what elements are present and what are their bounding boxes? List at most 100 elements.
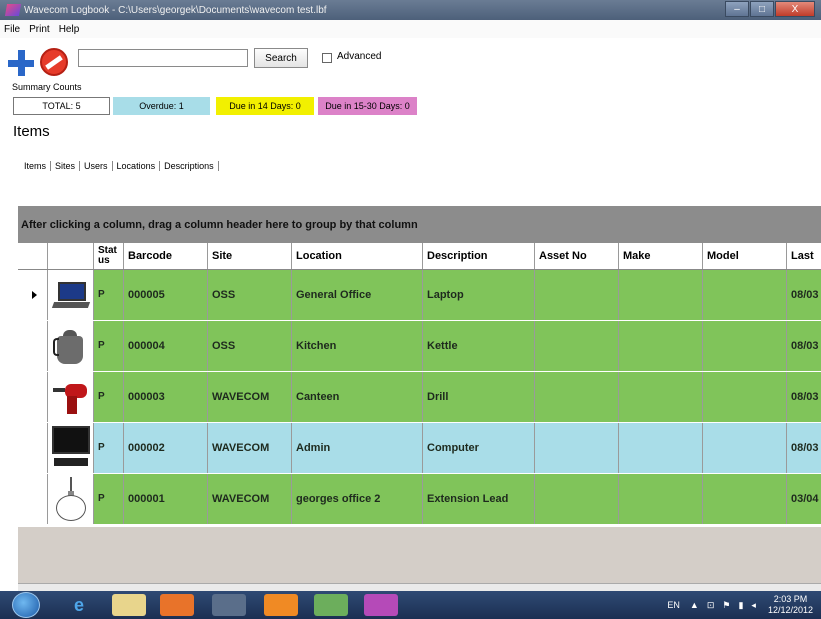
menu-file[interactable]: File	[4, 24, 20, 35]
tab-users[interactable]: Users	[80, 161, 113, 171]
cell-barcode[interactable]: 000002	[124, 423, 208, 473]
internet-explorer-icon[interactable]: e	[62, 594, 96, 616]
cell-last[interactable]: 03/04	[787, 474, 821, 524]
cell-location[interactable]: georges office 2	[292, 474, 423, 524]
menu-help[interactable]: Help	[59, 24, 80, 35]
image-column-header[interactable]	[48, 243, 94, 269]
column-description[interactable]: Description	[423, 243, 535, 269]
table-row[interactable]: P 000002 WAVECOM Admin Computer 08/03	[18, 423, 821, 474]
language-indicator[interactable]: EN	[667, 600, 680, 610]
row-indicator[interactable]	[18, 474, 48, 524]
cell-description[interactable]: Extension Lead	[423, 474, 535, 524]
tray-show-hidden-icon[interactable]: ▲	[690, 600, 699, 610]
cell-model[interactable]	[703, 270, 787, 320]
cell-make[interactable]	[619, 423, 703, 473]
cell-status[interactable]: P	[94, 474, 124, 524]
tab-sites[interactable]: Sites	[51, 161, 81, 171]
advanced-checkbox[interactable]	[322, 53, 332, 63]
table-row[interactable]: P 000005 OSS General Office Laptop 08/03	[18, 270, 821, 321]
cell-barcode[interactable]: 000001	[124, 474, 208, 524]
cell-status[interactable]: P	[94, 423, 124, 473]
cell-status[interactable]: P	[94, 321, 124, 371]
cell-description[interactable]: Computer	[423, 423, 535, 473]
cell-site[interactable]: OSS	[208, 270, 292, 320]
column-location[interactable]: Location	[292, 243, 423, 269]
cell-location[interactable]: Kitchen	[292, 321, 423, 371]
tray-flag-icon[interactable]: ⚑	[722, 600, 730, 611]
column-make[interactable]: Make	[619, 243, 703, 269]
cell-asset-no[interactable]	[535, 474, 619, 524]
tab-descriptions[interactable]: Descriptions	[160, 161, 219, 171]
cell-status[interactable]: P	[94, 270, 124, 320]
cell-description[interactable]: Drill	[423, 372, 535, 422]
cell-asset-no[interactable]	[535, 423, 619, 473]
cell-model[interactable]	[703, 321, 787, 371]
wavecom-logbook-taskbar-icon[interactable]	[364, 594, 398, 616]
tab-locations[interactable]: Locations	[113, 161, 161, 171]
row-indicator[interactable]	[18, 423, 48, 473]
cell-last[interactable]: 08/03	[787, 270, 821, 320]
column-model[interactable]: Model	[703, 243, 787, 269]
row-indicator[interactable]	[18, 372, 48, 422]
outlook-icon[interactable]	[264, 594, 298, 616]
remote-desktop-icon[interactable]	[212, 594, 246, 616]
cell-site[interactable]: WAVECOM	[208, 474, 292, 524]
cell-make[interactable]	[619, 474, 703, 524]
paint-icon[interactable]	[314, 594, 348, 616]
start-button-icon[interactable]	[12, 592, 40, 618]
search-input[interactable]	[78, 49, 248, 67]
horizontal-scrollbar[interactable]	[18, 583, 821, 591]
column-site[interactable]: Site	[208, 243, 292, 269]
cell-asset-no[interactable]	[535, 270, 619, 320]
column-barcode[interactable]: Barcode	[124, 243, 208, 269]
tray-network-icon[interactable]: ⊡	[707, 600, 715, 611]
cell-asset-no[interactable]	[535, 372, 619, 422]
row-indicator[interactable]	[18, 321, 48, 371]
cell-last[interactable]: 08/03	[787, 372, 821, 422]
search-button[interactable]: Search	[254, 48, 308, 68]
menu-print[interactable]: Print	[29, 24, 50, 35]
cell-model[interactable]	[703, 372, 787, 422]
cell-description[interactable]: Laptop	[423, 270, 535, 320]
cell-description[interactable]: Kettle	[423, 321, 535, 371]
cell-last[interactable]: 08/03	[787, 423, 821, 473]
table-row[interactable]: P 000004 OSS Kitchen Kettle 08/03	[18, 321, 821, 372]
clock[interactable]: 2:03 PM 12/12/2012	[768, 594, 813, 616]
due-14-days-count[interactable]: Due in 14 Days: 0	[216, 97, 314, 115]
cell-site[interactable]: WAVECOM	[208, 423, 292, 473]
table-row[interactable]: P 000003 WAVECOM Canteen Drill 08/03	[18, 372, 821, 423]
cell-model[interactable]	[703, 474, 787, 524]
due-15-30-days-count[interactable]: Due in 15-30 Days: 0	[318, 97, 417, 115]
overdue-count[interactable]: Overdue: 1	[113, 97, 210, 115]
add-icon[interactable]	[8, 50, 34, 76]
cell-make[interactable]	[619, 270, 703, 320]
column-last[interactable]: Last	[787, 243, 821, 269]
tray-volume-icon[interactable]: ◂	[751, 600, 756, 611]
group-by-panel[interactable]: After clicking a column, drag a column h…	[18, 206, 821, 244]
cell-site[interactable]: WAVECOM	[208, 372, 292, 422]
cell-barcode[interactable]: 000005	[124, 270, 208, 320]
cell-make[interactable]	[619, 321, 703, 371]
cell-status[interactable]: P	[94, 372, 124, 422]
cell-location[interactable]: General Office	[292, 270, 423, 320]
file-explorer-icon[interactable]	[112, 594, 146, 616]
row-indicator[interactable]	[18, 270, 48, 320]
cell-location[interactable]: Admin	[292, 423, 423, 473]
cell-barcode[interactable]: 000004	[124, 321, 208, 371]
close-button[interactable]: X	[775, 1, 815, 17]
cell-last[interactable]: 08/03	[787, 321, 821, 371]
cell-location[interactable]: Canteen	[292, 372, 423, 422]
tab-items[interactable]: Items	[20, 161, 52, 171]
tray-battery-icon[interactable]: ▮	[738, 600, 743, 611]
media-player-icon[interactable]	[160, 594, 194, 616]
column-status[interactable]: Stat us	[94, 243, 124, 269]
table-row[interactable]: P 000001 WAVECOM georges office 2 Extens…	[18, 474, 821, 525]
cell-site[interactable]: OSS	[208, 321, 292, 371]
cell-asset-no[interactable]	[535, 321, 619, 371]
cell-make[interactable]	[619, 372, 703, 422]
delete-icon[interactable]	[40, 48, 68, 76]
cell-model[interactable]	[703, 423, 787, 473]
maximize-button[interactable]: □	[750, 1, 774, 17]
minimize-button[interactable]: –	[725, 1, 749, 17]
column-asset-no[interactable]: Asset No	[535, 243, 619, 269]
